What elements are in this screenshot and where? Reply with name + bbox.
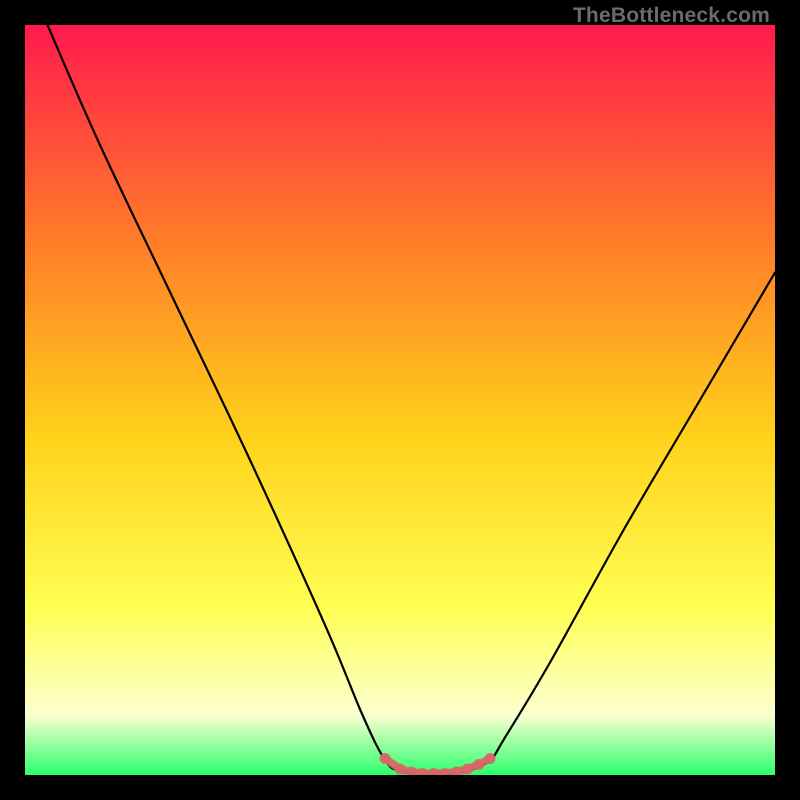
optimal-range-dot — [473, 759, 484, 770]
optimal-range-dot — [395, 764, 406, 775]
plot-area — [25, 25, 775, 775]
optimal-range-dot — [485, 753, 496, 764]
chart-frame: TheBottleneck.com — [0, 0, 800, 800]
optimal-range-dot — [462, 764, 473, 775]
chart-svg — [25, 25, 775, 775]
gradient-background — [25, 25, 775, 775]
watermark-label: TheBottleneck.com — [573, 4, 770, 28]
optimal-range-dot — [380, 753, 391, 764]
